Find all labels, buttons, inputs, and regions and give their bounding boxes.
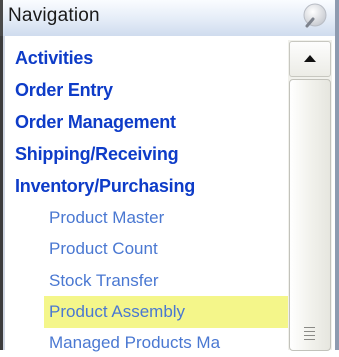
- nav-item-order-entry[interactable]: Order Entry: [15, 76, 113, 104]
- nav-item-activities[interactable]: Activities: [15, 44, 93, 72]
- scroll-grip-line: [304, 331, 315, 332]
- panel-title: Navigation: [8, 5, 100, 26]
- search-button[interactable]: [300, 2, 330, 32]
- nav-item-managed-products[interactable]: Managed Products Ma: [49, 329, 220, 357]
- scroll-up-button[interactable]: [289, 41, 331, 77]
- chevron-up-icon: [304, 55, 316, 62]
- nav-item-product-master[interactable]: Product Master: [49, 204, 164, 232]
- nav-item-order-management[interactable]: Order Management: [15, 108, 176, 136]
- panel-right-border: [335, 36, 339, 350]
- nav-item-inventory-purchasing[interactable]: Inventory/Purchasing: [15, 172, 195, 200]
- search-icon: [303, 3, 327, 28]
- nav-item-stock-transfer[interactable]: Stock Transfer: [49, 267, 159, 295]
- scroll-grip-line: [304, 335, 315, 336]
- header-left-edge: [0, 0, 3, 36]
- header-right-edge: [335, 0, 339, 36]
- scroll-grip-line: [304, 339, 315, 340]
- nav-item-shipping-receiving[interactable]: Shipping/Receiving: [15, 140, 179, 168]
- panel-inner-border: [3, 36, 5, 350]
- scroll-grip-line: [304, 327, 315, 328]
- nav-item-product-count[interactable]: Product Count: [49, 235, 158, 263]
- scrollbar-thumb[interactable]: [289, 79, 331, 351]
- nav-item-product-assembly[interactable]: Product Assembly: [44, 296, 292, 328]
